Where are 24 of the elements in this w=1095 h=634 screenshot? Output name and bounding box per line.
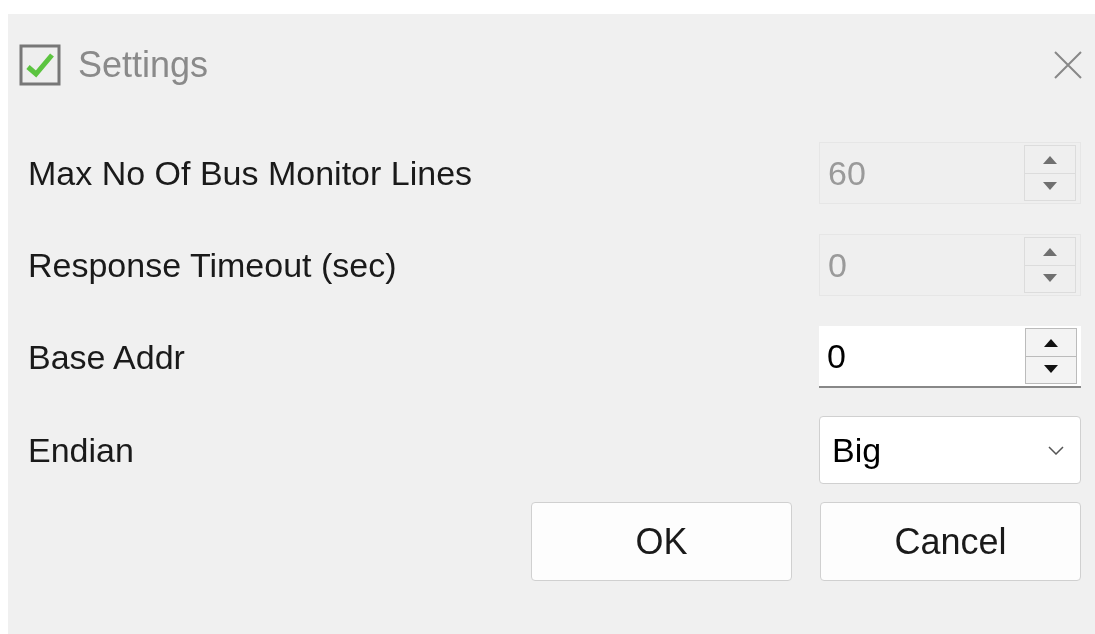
up-arrow-icon [1042, 246, 1058, 256]
spin-value: 0 [828, 244, 848, 286]
spin-down-button[interactable] [1025, 356, 1077, 384]
dialog-button[interactable]: OK [531, 502, 792, 581]
up-arrow-icon [1043, 337, 1059, 347]
window-title: Settings [78, 43, 210, 87]
field-label: Base Addr [28, 336, 185, 378]
field-label: Endian [28, 429, 134, 471]
close-icon[interactable] [1053, 50, 1083, 80]
spin-value: 0 [827, 335, 847, 377]
field-label: Max No Of Bus Monitor Lines [28, 152, 473, 194]
dialog-button[interactable]: Cancel [820, 502, 1081, 581]
spin-box[interactable]: 0 [819, 326, 1081, 388]
chevron-down-icon [1048, 445, 1064, 455]
down-arrow-icon [1042, 182, 1058, 192]
up-arrow-icon [1042, 154, 1058, 164]
down-arrow-icon [1042, 274, 1058, 284]
dropdown[interactable]: Big [819, 416, 1081, 484]
field-label: Response Timeout (sec) [28, 244, 397, 286]
dropdown-value: Big [832, 429, 883, 471]
spin-up-button[interactable] [1025, 328, 1077, 357]
checkbox-icon [18, 43, 62, 87]
down-arrow-icon [1043, 365, 1059, 375]
spin-value: 60 [828, 152, 867, 194]
